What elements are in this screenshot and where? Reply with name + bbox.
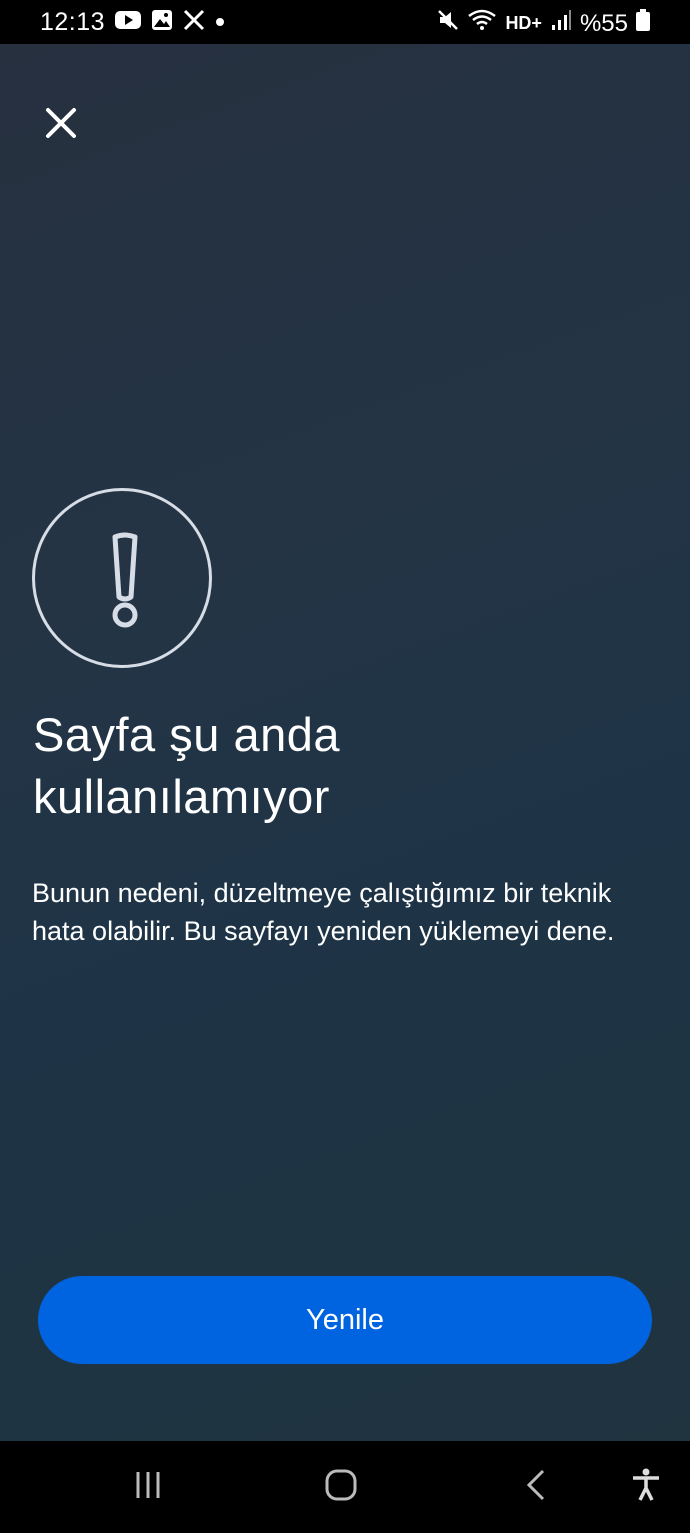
battery-icon: [636, 9, 650, 38]
gallery-icon: [151, 9, 173, 36]
close-icon: [45, 107, 77, 144]
status-bar-left: 12:13: [40, 8, 225, 37]
home-icon: [324, 1468, 358, 1507]
warning-circle-icon: [32, 488, 212, 668]
recents-button[interactable]: [128, 1469, 168, 1505]
status-bar-right: HD+ %55: [437, 8, 650, 39]
recents-icon: [132, 1469, 164, 1506]
status-time: 12:13: [40, 8, 106, 36]
home-button[interactable]: [321, 1469, 361, 1505]
dot-icon: [215, 14, 225, 32]
battery-percent: %55: [579, 9, 628, 37]
back-button[interactable]: [516, 1469, 556, 1505]
close-button[interactable]: [36, 100, 86, 150]
error-description: Bunun nedeni, düzeltmeye çalıştığımız bi…: [32, 878, 615, 946]
signal-icon: [550, 9, 572, 38]
wifi-icon: [467, 8, 497, 39]
status-bar: 12:13 HD+ %55: [0, 0, 690, 44]
network-label: HD+: [505, 13, 542, 33]
page-title: Sayfa şu anda kullanılamıyor: [33, 708, 340, 823]
youtube-icon: [115, 10, 142, 35]
back-icon: [523, 1468, 549, 1507]
navigation-bar: [0, 1441, 690, 1533]
x-icon: [183, 9, 205, 36]
accessibility-icon: [631, 1468, 661, 1507]
mute-icon: [437, 9, 459, 38]
refresh-button[interactable]: Yenile: [38, 1276, 652, 1364]
accessibility-button[interactable]: [626, 1468, 666, 1507]
error-screen: Sayfa şu anda kullanılamıyor Bunun neden…: [0, 44, 690, 1441]
